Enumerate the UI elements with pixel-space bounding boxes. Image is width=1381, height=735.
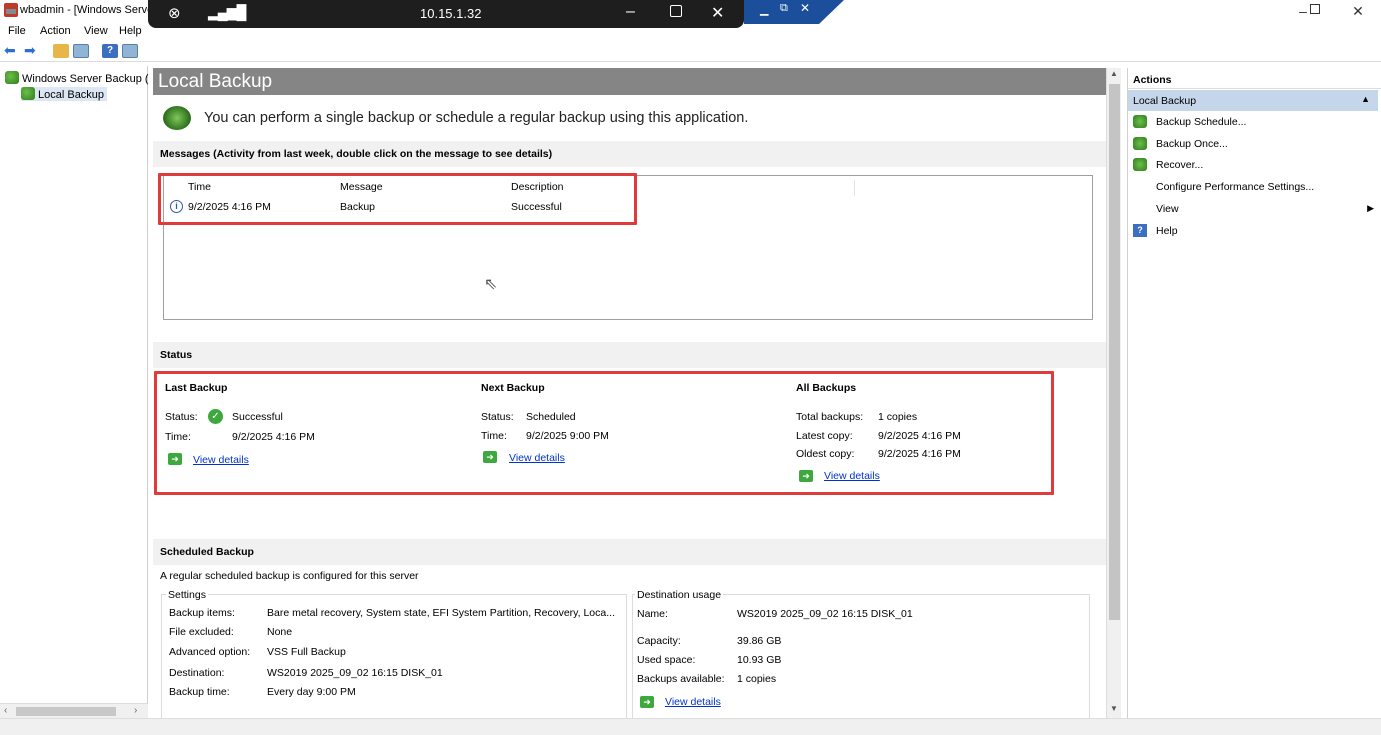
destination-value: 10.93 GB <box>737 654 782 666</box>
tree-horizontal-scrollbar[interactable]: ‹ › <box>0 703 148 718</box>
help-icon: ? <box>1133 224 1147 237</box>
setting-label: Backup items: <box>169 607 235 619</box>
show-action-pane-icon[interactable] <box>122 44 138 58</box>
rdp-minimize-button[interactable]: – <box>626 3 635 21</box>
scroll-thumb[interactable] <box>16 707 116 716</box>
setting-label: Destination: <box>169 667 225 679</box>
setting-label: Backup time: <box>169 686 230 698</box>
scheduled-backup-header: Scheduled Backup <box>153 539 1106 565</box>
collapse-icon[interactable]: ▲ <box>1361 94 1370 104</box>
tree-child-label: Local Backup <box>38 89 105 101</box>
action-label: Backup Schedule... <box>1156 116 1247 128</box>
up-folder-icon[interactable] <box>53 44 69 58</box>
tree-item-local-backup[interactable]: Local Backup <box>21 87 108 101</box>
setting-label: Advanced option: <box>169 646 251 658</box>
scroll-right-icon[interactable]: › <box>134 705 137 716</box>
rdp-restore-button[interactable] <box>670 5 682 17</box>
scroll-down-icon[interactable]: ▼ <box>1110 704 1118 713</box>
setting-value: Every day 9:00 PM <box>267 686 356 698</box>
destination-label: Backups available: <box>637 673 725 685</box>
settings-title: Settings <box>166 589 208 601</box>
backup-icon <box>5 71 19 84</box>
setting-value: Bare metal recovery, System state, EFI S… <box>267 607 615 619</box>
tree-item-root[interactable]: Windows Server Backup (Local) <box>5 71 148 85</box>
app-icon <box>4 3 18 17</box>
menu-bar: File Action View Help <box>0 22 1381 40</box>
actions-section-label: Local Backup <box>1133 95 1197 107</box>
destination-label: Name: <box>637 608 668 620</box>
back-icon[interactable]: ⬅ <box>4 42 16 59</box>
inner-restore-icon[interactable]: ⧉ <box>780 2 788 15</box>
destination-label: Capacity: <box>637 635 681 647</box>
setting-label: File excluded: <box>169 626 234 638</box>
column-divider <box>854 180 855 196</box>
scheduled-description: A regular scheduled backup is configured… <box>160 570 419 582</box>
status-highlight-box <box>154 371 1054 495</box>
forward-icon[interactable]: ➡ <box>24 42 36 59</box>
action-backup-once[interactable]: Backup Once... <box>1128 134 1378 155</box>
action-recover[interactable]: Recover... <box>1128 155 1378 176</box>
action-configure-performance[interactable]: Configure Performance Settings... <box>1128 177 1378 198</box>
destination-title: Destination usage <box>635 589 724 601</box>
setting-value: VSS Full Backup <box>267 646 346 658</box>
inner-close-icon[interactable]: ✕ <box>800 1 810 15</box>
action-label: View <box>1156 203 1179 215</box>
action-label: Recover... <box>1156 159 1204 171</box>
actions-header: Actions <box>1128 70 1381 89</box>
setting-value: None <box>267 626 293 638</box>
main-pane: Local Backup You can perform a single ba… <box>153 68 1106 718</box>
scroll-thumb[interactable] <box>1109 84 1120 620</box>
recover-icon <box>1133 158 1147 171</box>
mouse-cursor-icon: ⇖ <box>484 276 498 293</box>
action-view[interactable]: View ▶ <box>1128 199 1378 220</box>
actions-pane: Actions Local Backup ▲ Backup Schedule..… <box>1127 68 1381 718</box>
close-button[interactable]: ✕ <box>1336 0 1380 22</box>
destination-label: Used space: <box>637 654 696 666</box>
menu-help[interactable]: Help <box>119 25 142 37</box>
toolbar: ⬅ ➡ ? <box>0 40 1381 62</box>
tree-root-label: Windows Server Backup (Local) <box>22 73 148 85</box>
console-tree: Windows Server Backup (Local) Local Back… <box>0 66 148 718</box>
window-title: wbadmin - [Windows Server Backup (Local)… <box>20 4 148 16</box>
actions-section-local-backup[interactable]: Local Backup ▲ <box>1128 90 1378 111</box>
destination-value: 39.86 GB <box>737 635 782 647</box>
action-label: Configure Performance Settings... <box>1156 181 1315 193</box>
scroll-left-icon[interactable]: ‹ <box>4 705 7 716</box>
messages-header: Messages (Activity from last week, doubl… <box>153 141 1106 167</box>
status-header: Status <box>153 342 1106 368</box>
menu-view[interactable]: View <box>84 25 108 37</box>
pin-icon[interactable]: ⊗ <box>168 4 181 22</box>
scroll-up-icon[interactable]: ▲ <box>1110 69 1118 78</box>
highlight-box <box>158 173 637 225</box>
help-icon[interactable]: ? <box>102 44 118 58</box>
rdp-close-button[interactable]: ✕ <box>711 3 724 23</box>
menu-action[interactable]: Action <box>40 25 71 37</box>
backup-once-icon <box>1133 137 1147 150</box>
signal-icon[interactable]: ▂▄▆█ <box>208 4 246 21</box>
main-vertical-scrollbar[interactable]: ▲ ▼ <box>1106 68 1121 718</box>
show-hide-tree-icon[interactable] <box>73 44 89 58</box>
submenu-arrow-icon: ▶ <box>1367 203 1374 213</box>
backup-icon <box>163 106 191 130</box>
go-arrow-icon: ➜ <box>640 696 654 708</box>
action-help[interactable]: ? Help <box>1128 221 1378 242</box>
backup-icon <box>21 87 35 100</box>
inner-min-icon[interactable]: ▁ <box>760 3 768 16</box>
status-bar <box>0 718 1381 735</box>
action-backup-schedule[interactable]: Backup Schedule... <box>1128 112 1378 133</box>
remote-ip: 10.15.1.32 <box>420 6 482 21</box>
menu-file[interactable]: File <box>8 25 26 37</box>
schedule-icon <box>1133 115 1147 128</box>
destination-view-details-link[interactable]: View details <box>665 696 721 708</box>
setting-value: WS2019 2025_09_02 16:15 DISK_01 <box>267 667 443 679</box>
destination-value: WS2019 2025_09_02 16:15 DISK_01 <box>737 608 913 620</box>
action-label: Help <box>1156 225 1178 237</box>
intro-text: You can perform a single backup or sched… <box>204 110 749 126</box>
action-label: Backup Once... <box>1156 138 1228 150</box>
page-title: Local Backup <box>153 68 1106 95</box>
restore-icon <box>1310 4 1320 14</box>
destination-value: 1 copies <box>737 673 777 685</box>
